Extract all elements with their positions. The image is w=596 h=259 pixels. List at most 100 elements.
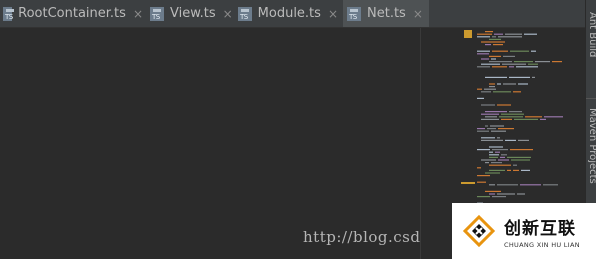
minimap-line	[497, 193, 515, 195]
minimap-line	[514, 118, 538, 120]
minimap-line	[492, 50, 508, 52]
tab-label: RootContainer.ts	[18, 6, 126, 21]
minimap-line	[532, 76, 535, 78]
editor-tab-bar: TS RootContainer.ts × TS View.ts × TS Mo…	[0, 0, 585, 28]
tab-label: Net.ts	[367, 6, 406, 21]
tab-view[interactable]: TS View.ts ×	[150, 0, 238, 27]
minimap-line	[507, 156, 531, 158]
minimap-line	[489, 61, 512, 63]
maven-projects-tab[interactable]: Maven Projects	[587, 108, 596, 184]
minimap-line	[531, 50, 536, 52]
minimap-line	[484, 88, 496, 90]
minimap-line	[481, 41, 505, 43]
minimap-line	[503, 55, 515, 57]
minimap-line	[497, 184, 518, 186]
minimap-line	[524, 33, 537, 35]
minimap-line	[481, 58, 489, 60]
watermark-text: http://blog.csd	[303, 228, 421, 246]
tab-rootcontainer[interactable]: TS RootContainer.ts ×	[3, 0, 143, 27]
logo-chinese-text: 创新互联	[504, 218, 576, 239]
minimap-line	[489, 146, 503, 148]
minimap-line	[517, 193, 525, 195]
typescript-file-icon: TS	[3, 6, 15, 21]
minimap-line	[540, 118, 546, 120]
minimap-line	[518, 83, 528, 85]
typescript-file-icon: TS	[238, 6, 252, 21]
minimap-line	[477, 167, 481, 169]
minimap-line	[505, 139, 516, 141]
minimap-line	[513, 164, 517, 166]
logo-english-text: CHUANG XIN HU LIAN	[504, 240, 580, 249]
close-icon[interactable]: ×	[223, 7, 233, 21]
minimap-line	[477, 181, 486, 183]
minimap-line	[501, 118, 512, 120]
minimap-line	[481, 104, 495, 106]
tab-net[interactable]: TS Net.ts ×	[343, 0, 429, 27]
minimap-line	[481, 63, 500, 65]
typescript-file-icon: TS	[347, 6, 361, 21]
minimap-line	[489, 83, 495, 85]
minimap-line	[518, 139, 529, 141]
minimap-line	[491, 130, 506, 132]
minimap-line	[481, 91, 491, 93]
ant-build-tab[interactable]: Ant Build	[587, 12, 596, 57]
minimap-line	[510, 50, 529, 52]
minimap-line	[489, 156, 498, 158]
minimap-line	[509, 76, 530, 78]
minimap-line	[485, 116, 497, 118]
minimap-line	[489, 55, 501, 57]
minimap-line	[552, 61, 562, 63]
minimap-line	[513, 91, 521, 93]
minimap-line	[493, 91, 511, 93]
close-icon[interactable]: ×	[413, 7, 423, 21]
minimap-line	[491, 162, 502, 164]
tab-label: Module.ts	[257, 6, 321, 21]
minimap-line	[525, 116, 542, 118]
minimap-line	[481, 137, 495, 139]
minimap-line	[497, 83, 501, 85]
minimap-line	[510, 149, 533, 151]
minimap-line	[477, 97, 484, 99]
typescript-file-icon: TS	[150, 6, 164, 21]
minimap-line	[477, 196, 490, 198]
minimap-line	[495, 151, 500, 153]
minimap-line	[503, 83, 516, 85]
minimap-line	[501, 113, 524, 115]
minimap-line	[492, 36, 496, 38]
minimap-line	[485, 172, 500, 174]
minimap-line	[489, 151, 493, 153]
minimap-line	[477, 36, 490, 38]
tab-module[interactable]: TS Module.ts ×	[238, 0, 338, 27]
minimap-line	[497, 104, 511, 106]
minimap-line	[489, 154, 499, 156]
minimap-line	[485, 162, 489, 164]
code-editor[interactable]	[0, 28, 420, 259]
minimap-line	[461, 182, 475, 184]
minimap-line	[505, 33, 522, 35]
minimap-line	[489, 164, 511, 166]
tab-label: View.ts	[170, 6, 216, 21]
minimap-line	[494, 33, 503, 35]
minimap-line	[489, 193, 495, 195]
minimap-line	[498, 36, 522, 38]
minimap-line	[509, 66, 514, 68]
minimap-line	[477, 130, 489, 132]
minimap-line	[485, 111, 507, 113]
minimap-line	[521, 169, 530, 171]
minimap-line	[489, 184, 495, 186]
minimap-line	[481, 113, 499, 115]
minimap-line	[477, 66, 490, 68]
minimap-line	[477, 33, 492, 35]
minimap-line	[491, 58, 496, 60]
minimap-line	[544, 116, 563, 118]
logo-mark-icon	[462, 214, 496, 248]
minimap-line	[520, 184, 541, 186]
minimap-line	[481, 159, 496, 161]
minimap-line	[501, 154, 507, 156]
close-icon[interactable]: ×	[328, 7, 338, 21]
minimap-line	[509, 111, 522, 113]
minimap-line	[489, 38, 501, 40]
close-icon[interactable]: ×	[133, 7, 143, 21]
minimap-line	[485, 125, 488, 127]
minimap-line	[511, 159, 530, 161]
